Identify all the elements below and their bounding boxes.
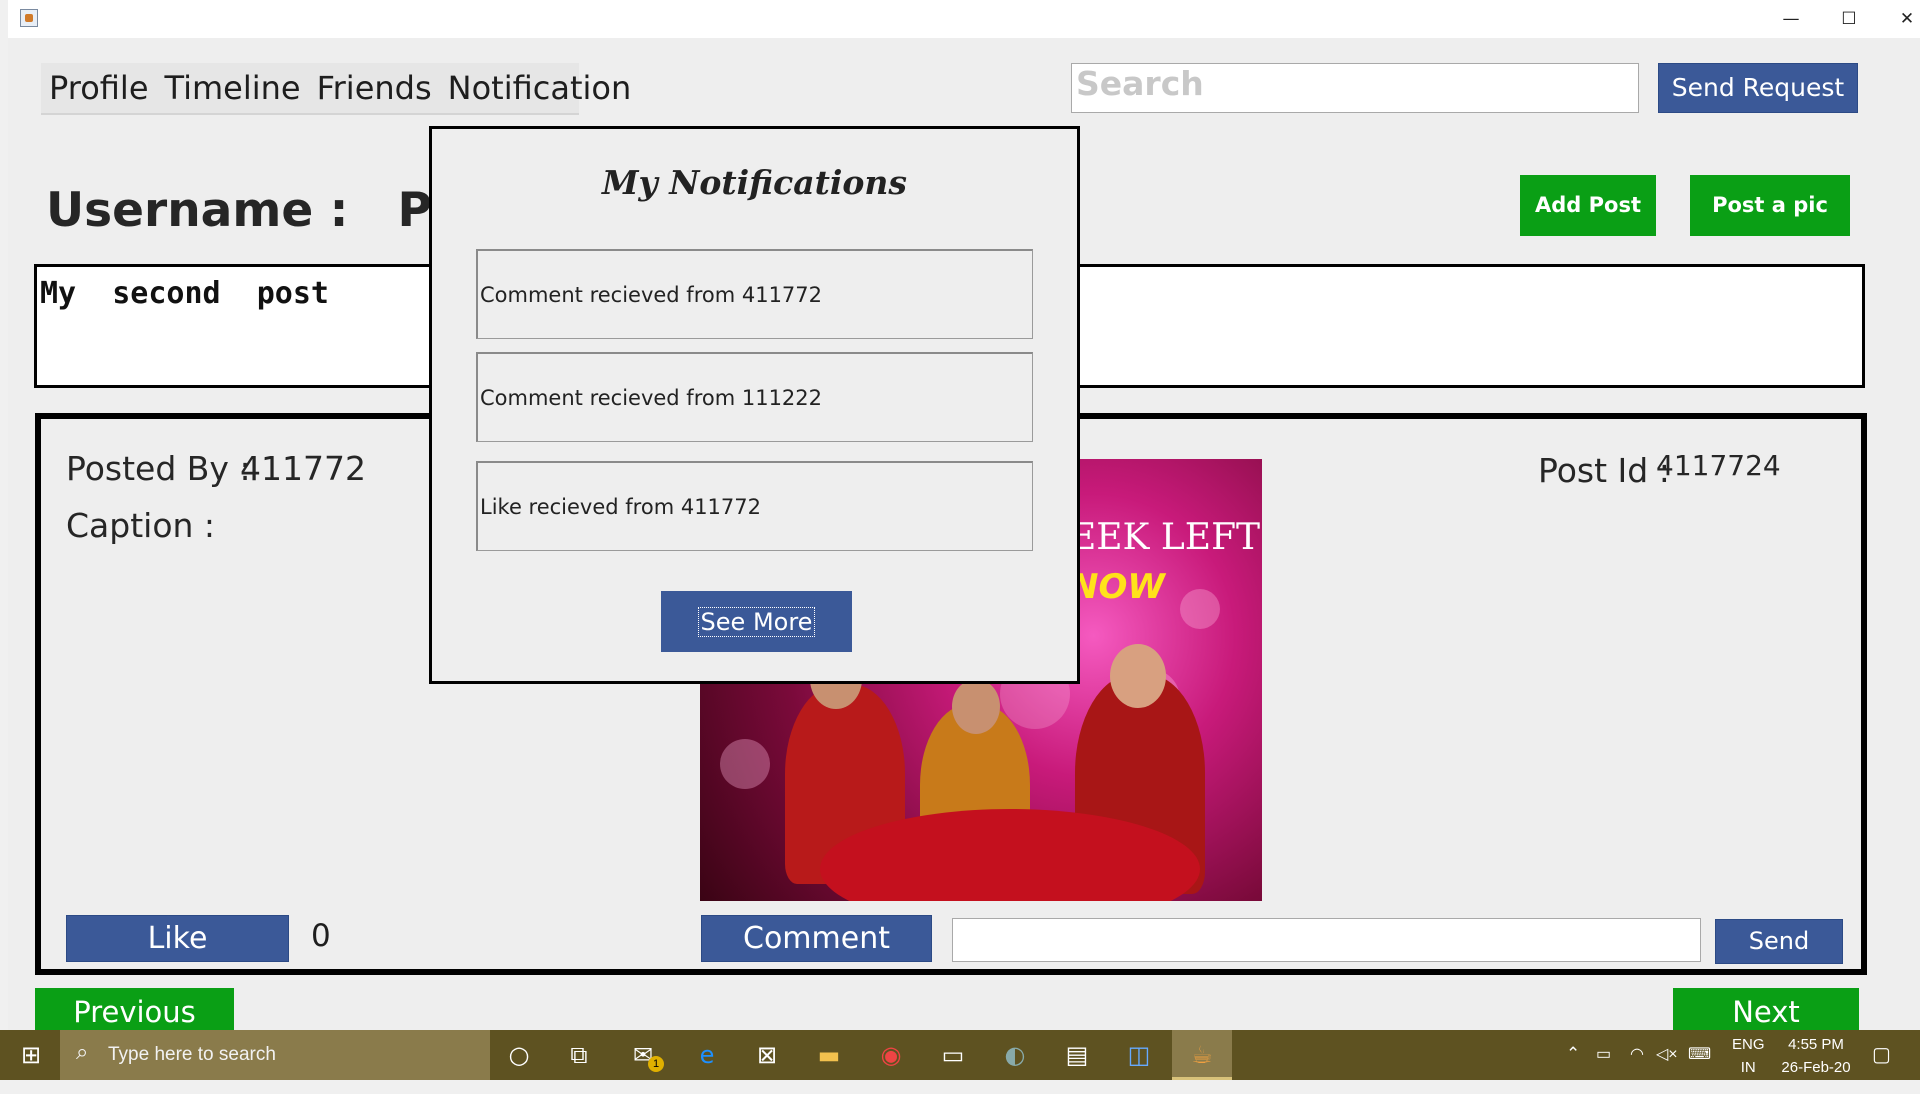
- search-icon: ⌕: [76, 1040, 89, 1065]
- post-id-value: 4117724: [1656, 449, 1781, 482]
- previous-button[interactable]: Previous: [35, 988, 234, 1030]
- notification-item[interactable]: Comment recieved from 411772: [476, 249, 1033, 339]
- app-window: — ☐ ✕ Profile Timeline Friends Notificat…: [8, 0, 1920, 1030]
- send-comment-button[interactable]: Send: [1715, 919, 1843, 964]
- taskbar: ⊞ ⌕ Type here to search ○ ⧉ ✉ 1 e ⊠ ▬ ◉ …: [0, 1030, 1920, 1080]
- windows-start-icon[interactable]: ⊞: [14, 1038, 48, 1072]
- clock[interactable]: 4:55 PM 26-Feb-20: [1776, 1036, 1856, 1086]
- file-explorer-icon[interactable]: ▬: [812, 1038, 846, 1072]
- notification-item[interactable]: Like recieved from 411772: [476, 461, 1033, 551]
- menu-profile[interactable]: Profile: [49, 69, 149, 107]
- language-top: ENG: [1732, 1036, 1765, 1053]
- post-pic-button[interactable]: Post a pic: [1690, 175, 1850, 236]
- action-center-icon[interactable]: ▢: [1872, 1042, 1891, 1092]
- post-id-label: Post Id :: [1538, 451, 1670, 490]
- mail-badge: 1: [648, 1056, 664, 1072]
- menu-notification[interactable]: Notification: [448, 69, 632, 107]
- app-window-icon[interactable]: ◫: [1122, 1038, 1156, 1072]
- java-app-icon: [20, 9, 38, 27]
- search-input[interactable]: Search: [1071, 63, 1639, 113]
- comment-button[interactable]: Comment: [701, 915, 932, 962]
- notifications-popup: My Notifications Comment recieved from 4…: [429, 126, 1080, 684]
- wifi-icon[interactable]: ◠: [1630, 1044, 1644, 1094]
- maximize-button[interactable]: ☐: [1820, 0, 1878, 38]
- chrome-icon[interactable]: ◉: [874, 1038, 908, 1072]
- terminal-icon[interactable]: ▭: [936, 1038, 970, 1072]
- next-button[interactable]: Next: [1673, 988, 1859, 1030]
- taskbar-search-placeholder: Type here to search: [108, 1044, 276, 1065]
- title-bar: — ☐ ✕: [8, 0, 1920, 38]
- keyboard-icon[interactable]: ⌨: [1688, 1044, 1711, 1094]
- menu-bar: Profile Timeline Friends Notification: [41, 63, 631, 115]
- edge-icon[interactable]: e: [690, 1038, 724, 1072]
- language-indicator[interactable]: ENG IN: [1732, 1036, 1765, 1086]
- send-request-button[interactable]: Send Request: [1658, 63, 1858, 113]
- tray-chevron-icon[interactable]: ⌃: [1566, 1044, 1580, 1094]
- clock-date: 26-Feb-20: [1781, 1059, 1851, 1076]
- like-count: 0: [311, 918, 331, 954]
- close-icon: ✕: [1899, 9, 1915, 29]
- mysql-icon[interactable]: ▤: [1060, 1038, 1094, 1072]
- see-more-label: See More: [697, 606, 816, 637]
- clock-time: 4:55 PM: [1788, 1036, 1844, 1053]
- task-view-icon[interactable]: ⧉: [562, 1038, 596, 1072]
- see-more-button[interactable]: See More: [661, 591, 852, 652]
- posted-by-label: Posted By :: [66, 449, 251, 488]
- volume-icon[interactable]: ◁×: [1656, 1044, 1678, 1094]
- language-bottom: IN: [1740, 1059, 1756, 1076]
- java-icon: ☕: [1191, 1041, 1213, 1069]
- store-icon[interactable]: ⊠: [750, 1038, 784, 1072]
- minimize-icon: —: [1782, 9, 1800, 29]
- minimize-button[interactable]: —: [1762, 0, 1820, 38]
- image-banner-subtext: NOW: [1070, 567, 1165, 607]
- popup-title: My Notifications: [602, 163, 907, 202]
- comment-input[interactable]: [952, 918, 1701, 962]
- close-button[interactable]: ✕: [1878, 0, 1920, 38]
- caption-label: Caption :: [66, 506, 216, 545]
- posted-by-value: 411772: [240, 449, 366, 488]
- cortana-icon[interactable]: ○: [502, 1038, 536, 1072]
- like-button[interactable]: Like: [66, 915, 289, 962]
- battery-icon[interactable]: ▭: [1596, 1044, 1611, 1094]
- menu-friends[interactable]: Friends: [317, 69, 432, 107]
- notification-item[interactable]: Comment recieved from 111222: [476, 352, 1033, 442]
- image-banner-text: EEK LEFT: [1070, 517, 1261, 558]
- add-post-button[interactable]: Add Post: [1520, 175, 1656, 236]
- eclipse-icon[interactable]: ◐: [998, 1038, 1032, 1072]
- menu-timeline[interactable]: Timeline: [165, 69, 301, 107]
- taskbar-search[interactable]: ⌕ Type here to search: [60, 1030, 490, 1080]
- maximize-icon: ☐: [1841, 9, 1857, 29]
- java-taskbar-button[interactable]: ☕: [1172, 1030, 1232, 1080]
